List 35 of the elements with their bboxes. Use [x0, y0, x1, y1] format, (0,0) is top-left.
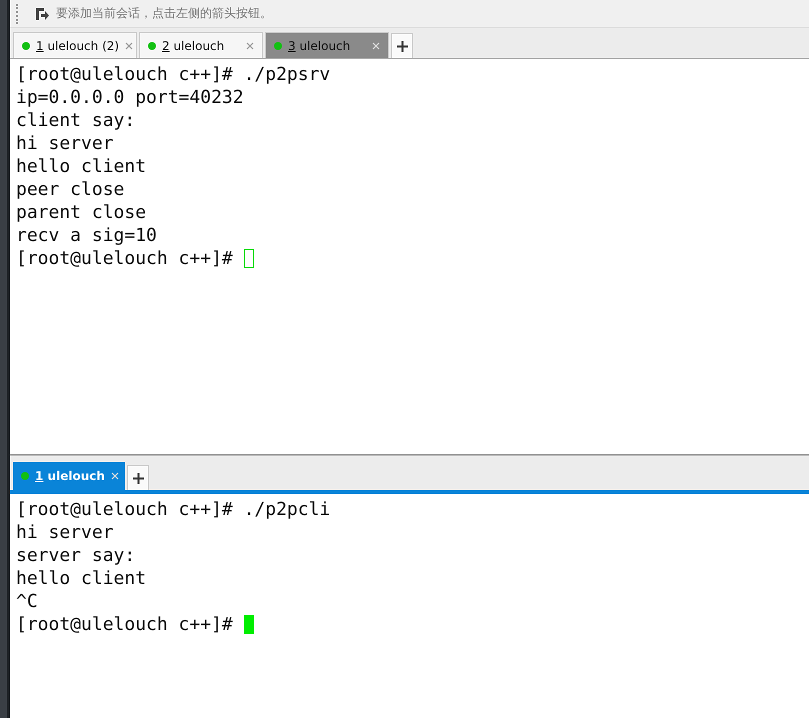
terminal-line: parent close [16, 201, 146, 224]
toolbar-hint: 要添加当前会话，点击左侧的箭头按钮。 [56, 5, 272, 22]
status-dot-icon [274, 42, 282, 50]
tab-label: 1 ulelouch [35, 469, 105, 483]
terminal-line: peer close [16, 178, 124, 201]
terminal-line: ^C [16, 590, 38, 613]
terminal-line: hi server [16, 521, 114, 544]
status-dot-icon [148, 42, 156, 50]
session-tab[interactable]: 1 ulelouch (2) [13, 32, 137, 58]
status-dot-icon [22, 42, 30, 50]
session-tab[interactable]: 1 ulelouch [13, 462, 125, 490]
session-tab[interactable]: 2 ulelouch [139, 32, 263, 58]
terminal-line: hello client [16, 155, 146, 178]
new-tab-button[interactable] [391, 33, 413, 58]
terminal-line: recv a sig=10 [16, 224, 157, 247]
tab-label: 1 ulelouch (2) [36, 38, 120, 52]
terminal-line: hi server [16, 132, 114, 155]
terminal-line: ip=0.0.0.0 port=40232 [16, 86, 244, 109]
terminal-line: hello client [16, 567, 146, 590]
tab-label: 3 ulelouch [288, 38, 352, 52]
status-dot-icon [21, 472, 29, 480]
close-icon[interactable] [246, 42, 254, 50]
new-tab-button[interactable] [127, 465, 149, 490]
terminal-line: server say: [16, 544, 136, 567]
terminal-line: [root@ulelouch c++]# ./p2psrv [16, 63, 330, 86]
tab-label: 2 ulelouch [162, 38, 226, 52]
terminal-line: [root@ulelouch c++]# ./p2pcli [16, 498, 330, 521]
terminal-line: client say: [16, 109, 136, 132]
arrow-into-box-icon[interactable] [34, 6, 50, 22]
session-tab[interactable]: 3 ulelouch [265, 32, 389, 58]
terminal-line: [root@ulelouch c++]# [16, 247, 234, 270]
plus-icon [132, 472, 144, 484]
terminal-line: [root@ulelouch c++]# [16, 613, 234, 636]
plus-icon [396, 40, 408, 52]
close-icon[interactable] [125, 42, 134, 50]
